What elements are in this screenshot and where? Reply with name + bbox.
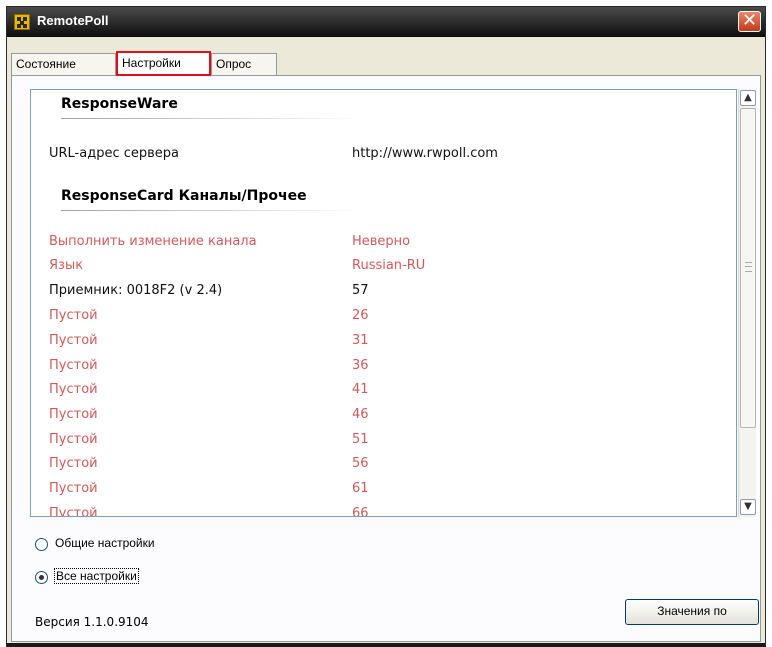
defaults-button[interactable]: Значения по — [625, 599, 759, 625]
close-button[interactable]: ✕ — [738, 11, 761, 32]
app-icon — [14, 14, 30, 30]
radio-label: Все настройки — [54, 568, 139, 584]
setting-key: Пустой — [49, 333, 98, 348]
setting-key: Пустой — [49, 506, 98, 517]
radio-button[interactable] — [35, 571, 48, 584]
scroll-down-button[interactable]: ▼ — [740, 499, 756, 515]
setting-value[interactable]: 51 — [352, 432, 369, 447]
tab-status[interactable]: Состояние — [11, 53, 116, 75]
vertical-scrollbar[interactable]: ▲ ▼ — [738, 89, 756, 517]
setting-value[interactable]: Russian-RU — [352, 258, 425, 273]
radio-button[interactable] — [35, 538, 48, 551]
setting-value[interactable]: 31 — [352, 333, 369, 348]
setting-key: Выполнить изменение канала — [49, 234, 257, 249]
section-title-responsecard: ResponseCard Каналы/Прочее — [61, 188, 307, 204]
tab-poll[interactable]: Опрос — [211, 53, 277, 75]
setting-value[interactable]: 36 — [352, 358, 369, 373]
setting-value[interactable]: http://www.rwpoll.com — [352, 146, 498, 161]
scroll-thumb[interactable] — [740, 108, 756, 428]
title-bar[interactable]: RemotePoll ✕ — [7, 7, 765, 37]
section-divider — [61, 210, 361, 211]
setting-value[interactable]: 66 — [352, 506, 369, 516]
setting-key: Приемник: 0018F2 (v 2.4) — [49, 283, 223, 298]
grip-icon — [745, 262, 752, 272]
version-label: Версия 1.1.0.9104 — [35, 615, 149, 629]
section-divider — [61, 118, 361, 119]
window-bottom-edge — [7, 643, 765, 647]
setting-key: URL-адрес сервера — [49, 146, 180, 161]
window-title: RemotePoll — [37, 13, 109, 28]
settings-grid[interactable]: ResponseWare URL-адрес сервера http://ww… — [30, 89, 737, 517]
setting-value[interactable]: 41 — [352, 382, 369, 397]
setting-key: Пустой — [49, 382, 98, 397]
setting-value[interactable]: 61 — [352, 481, 369, 496]
setting-key: Пустой — [49, 481, 98, 496]
scroll-up-button[interactable]: ▲ — [740, 90, 756, 106]
radio-label: Общие настройки — [55, 536, 155, 550]
setting-value[interactable]: 46 — [352, 407, 369, 422]
tab-settings[interactable]: Настройки — [116, 51, 211, 76]
setting-value[interactable]: 57 — [352, 283, 369, 298]
setting-key: Пустой — [49, 407, 98, 422]
setting-key: Пустой — [49, 308, 98, 323]
section-title-responseware: ResponseWare — [61, 96, 178, 112]
remotepoll-window: RemotePoll ✕ Состояние Настройки Опрос R… — [6, 6, 766, 647]
setting-value[interactable]: 56 — [352, 456, 369, 471]
setting-value[interactable]: 26 — [352, 308, 369, 323]
setting-key: Пустой — [49, 432, 98, 447]
setting-key: Пустой — [49, 456, 98, 471]
setting-value[interactable]: Неверно — [352, 234, 410, 249]
radio-selected-dot — [39, 575, 44, 580]
setting-key: Пустой — [49, 358, 98, 373]
setting-key: Язык — [49, 258, 84, 273]
